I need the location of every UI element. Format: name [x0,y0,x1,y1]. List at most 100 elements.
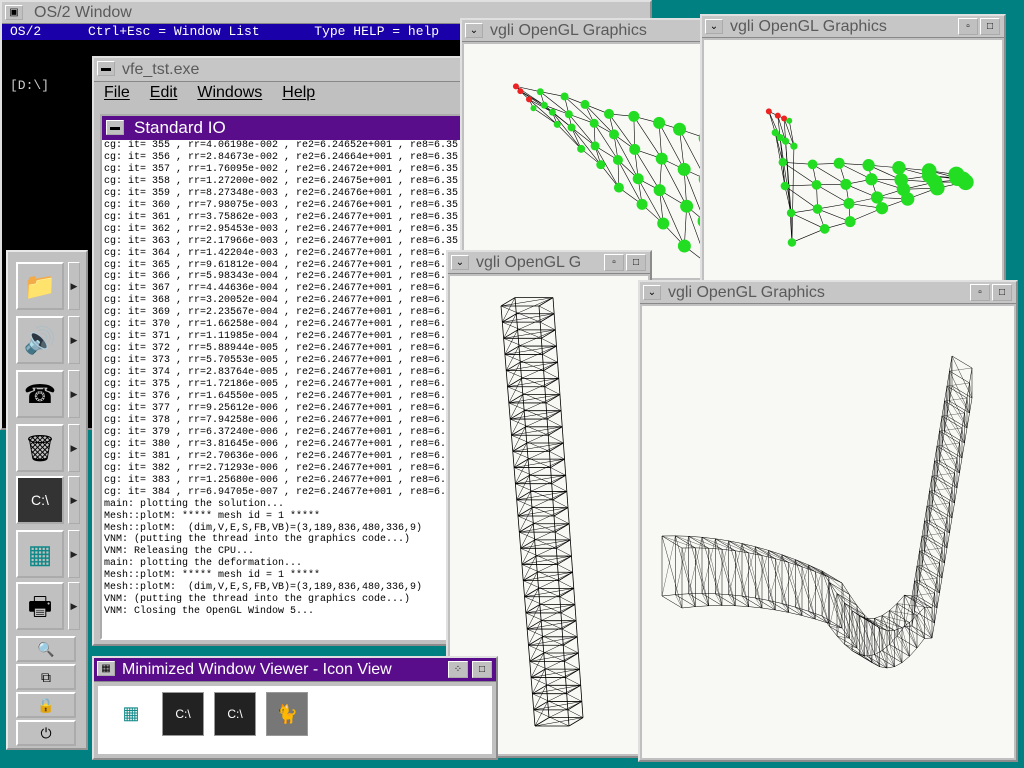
gfx4-sysmenu-icon[interactable]: ⌄ [643,285,661,300]
mesh-edge [552,499,569,508]
os2-prompt: [D:\] [10,78,50,93]
mesh-node [844,216,856,228]
system-setup-drawer-arrow-icon[interactable]: ▶ [68,530,80,578]
mesh-edge [554,329,557,347]
menu-windows[interactable]: Windows [197,84,262,101]
os2-window-min-icon-2[interactable]: C:\ [214,692,256,736]
gfx-window-2[interactable]: ⌄ vgli OpenGL Graphics ▫ □ [700,14,1006,284]
mesh-node [790,142,798,150]
stdio-line: cg: it= 379 , rr=6.37240e-006 , re2=6.24… [104,426,447,438]
gfx4-minimize-button[interactable]: ▫ [970,284,990,301]
stdio-line: cg: it= 364 , rr=1.42204e-003 , re2=6.24… [104,247,447,259]
gfx3-maximize-button[interactable]: □ [626,254,646,271]
os2-sysmenu-icon[interactable]: ▣ [5,5,23,20]
mesh-edge [790,213,793,243]
speaker-icon[interactable]: 🔊 [16,316,64,364]
mesh-edge [874,618,895,667]
mesh-edge [728,540,763,556]
menu-help[interactable]: Help [282,84,315,101]
vfe-window[interactable]: ▬ vfe_tst.exe File Edit Windows Help ▬ Stan… [92,56,464,646]
os2-window-drawer-arrow-icon[interactable]: ▶ [68,476,80,524]
menu-file[interactable]: File [104,84,130,101]
gfx1-sysmenu-icon[interactable]: ⌄ [465,23,483,38]
stdio-line: cg: it= 358 , rr=1.27200e-002 , re2=6.24… [104,175,462,187]
mesh-edge [543,370,559,379]
system-setup-min-icon[interactable]: ▦ [110,692,152,736]
stdio-line: VNM: (putting the thread into the graphi… [104,594,411,606]
minimized-window-viewer[interactable]: ▦ Minimized Window Viewer - Icon View ⁘ … [92,656,498,760]
mesh-edge [954,487,958,504]
stdio-titlebar[interactable]: ▬ Standard IO [102,116,460,140]
mesh-edge [525,612,528,630]
gfx4-titlebar[interactable]: ⌄ vgli OpenGL Graphics ▫ □ [640,282,1016,304]
find-icon[interactable]: 🔍 [16,636,76,662]
mesh-node [590,141,600,151]
os2-window-title: OS/2 Window [34,4,132,21]
gfx3-titlebar[interactable]: ⌄ vgli OpenGL G ▫ □ [448,252,650,274]
gfx2-minimize-button[interactable]: ▫ [958,18,978,35]
mesh-node [778,158,788,167]
phone-icon[interactable]: ☎ [16,370,64,418]
mesh-3d-deformed [661,355,973,669]
os2-window-icon[interactable]: C:\ [16,476,64,524]
mesh-node [530,105,537,112]
shredder-icon[interactable]: 🗑 [16,424,64,472]
lockup-icon[interactable]: 🔒 [16,692,76,718]
mwv-titlebar[interactable]: ▦ Minimized Window Viewer - Icon View ⁘ … [94,658,496,682]
mwv-title: Minimized Window Viewer - Icon View [122,661,392,678]
mesh-edge [540,321,556,331]
mwv-restore-button[interactable]: ⁘ [448,661,468,678]
mesh-node [512,83,519,90]
mesh-edge [521,564,524,581]
printer-drawer-arrow-icon[interactable]: ▶ [68,582,80,630]
stdio-line: cg: it= 372 , rr=5.88944e-005 , re2=6.24… [104,343,447,355]
stdio-line: Mesh::plotM: (dim,V,E,S,FB,VB)=(3,189,83… [104,582,423,594]
mwv-sysmenu-icon[interactable]: ▦ [97,661,115,676]
stdio-output: cg: it= 355 , rr=4.06198e-002 , re2=6.24… [102,140,460,618]
folder-drawer-arrow-icon[interactable]: ▶ [68,262,80,310]
shutdown-icon[interactable]: ⏻ [16,720,76,746]
gfx2-titlebar[interactable]: ⌄ vgli OpenGL Graphics ▫ □ [702,16,1004,38]
mesh-edge [553,515,570,524]
system-setup-icon[interactable]: ▦ [16,530,64,578]
gfx3-minimize-button[interactable]: ▫ [604,254,624,271]
shredder-drawer-arrow-icon[interactable]: ▶ [68,424,80,472]
launchpad: 📁 ▶ 🔊 ▶ ☎ ▶ 🗑 ▶ C:\ ▶ ▦ ▶ 🖶 ▶ 🔍 ⧉ 🔒 ⏻ [6,250,88,750]
mesh-node [833,157,845,169]
stdio-sysmenu-icon[interactable]: ▬ [106,120,124,135]
vfe-titlebar[interactable]: ▬ vfe_tst.exe [94,58,462,82]
mesh-edge [517,515,520,533]
os2-status-left: OS/2 [10,24,42,39]
mesh-edge [785,141,793,243]
phone-drawer-arrow-icon[interactable]: ▶ [68,370,80,418]
program-min-icon[interactable]: 🐈 [266,692,308,736]
mesh-edge [934,607,938,624]
mesh-edge [951,355,973,399]
mesh-node [604,108,615,119]
mesh-edge [791,228,825,243]
os2-status-mid: Ctrl+Esc = Window List [88,24,260,39]
mwv-maximize-button[interactable]: □ [472,661,492,678]
window-list-icon[interactable]: ⧉ [16,664,76,690]
stdio-line: cg: it= 384 , rr=6.94705e-007 , re2=6.24… [104,486,447,498]
gfx-window-4[interactable]: ⌄ vgli OpenGL Graphics ▫ □ [638,280,1018,762]
mesh-edge [567,507,570,524]
folder-icon[interactable]: 📁 [16,262,64,310]
gfx2-sysmenu-icon[interactable]: ⌄ [705,19,723,34]
os2-window-min-icon-1[interactable]: C:\ [162,692,204,736]
vfe-sysmenu-icon[interactable]: ▬ [97,61,115,76]
stdio-line: cg: it= 360 , rr=7.98075e-003 , re2=6.24… [104,199,462,211]
stdio-panel[interactable]: ▬ Standard IO cg: it= 355 , rr=4.06198e-… [100,114,462,640]
mesh-edge [829,593,838,627]
printer-icon[interactable]: 🖶 [16,582,64,630]
speaker-drawer-arrow-icon[interactable]: ▶ [68,316,80,364]
gfx2-maximize-button[interactable]: □ [980,18,1000,35]
menu-edit[interactable]: Edit [150,84,178,101]
gfx3-sysmenu-icon[interactable]: ⌄ [451,255,469,270]
mesh-edge [829,582,850,595]
mesh-edge [572,572,575,589]
mesh-edge [808,564,829,578]
gfx4-maximize-button[interactable]: □ [992,284,1012,301]
mesh-node [580,99,590,109]
mesh-edge [542,354,558,363]
